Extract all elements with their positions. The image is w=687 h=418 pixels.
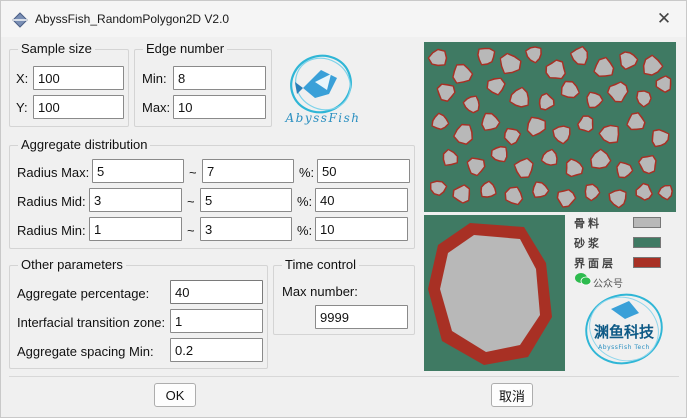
- legend-interface-row: 界面层: [571, 255, 676, 271]
- edge-max-input[interactable]: [173, 95, 266, 119]
- pct-max-label: %:: [299, 165, 315, 180]
- radius-max-label: Radius Max:: [17, 165, 90, 180]
- tilde-min: ~: [187, 223, 195, 238]
- sample-size-legend: Sample size: [18, 41, 95, 56]
- pct-min-label: %:: [297, 223, 313, 238]
- legend-mortar-label: 砂浆: [574, 237, 602, 250]
- cancel-button[interactable]: 取消: [491, 383, 533, 407]
- legend-mortar-row: 砂浆: [571, 235, 676, 251]
- tilde-max: ~: [189, 165, 197, 180]
- edge-number-legend: Edge number: [143, 41, 228, 56]
- radius-max-to-input[interactable]: [202, 159, 294, 183]
- max-number-input[interactable]: [315, 305, 408, 329]
- time-control-legend: Time control: [282, 257, 360, 272]
- max-number-label: Max number:: [282, 284, 358, 299]
- brand-logo-subtext: AbyssFish Tech: [598, 344, 650, 351]
- radius-min-label: Radius Min:: [17, 223, 86, 238]
- legend-aggregate-label: 骨料: [574, 217, 602, 230]
- wechat-icon: [575, 273, 592, 286]
- button-separator: [9, 376, 679, 377]
- radius-mid-label: Radius Mid:: [17, 194, 86, 209]
- radius-mid-from-input[interactable]: [89, 188, 182, 212]
- radius-mid-pct-input[interactable]: [315, 188, 408, 212]
- x-label: X:: [16, 71, 29, 86]
- radius-min-to-input[interactable]: [200, 217, 292, 241]
- title-bar: AbyssFish_RandomPolygon2D V2.0 ✕: [1, 1, 686, 37]
- legend-aggregate-swatch: [633, 217, 661, 228]
- radius-min-pct-input[interactable]: [315, 217, 408, 241]
- radius-mid-to-input[interactable]: [200, 188, 292, 212]
- sample-x-input[interactable]: [33, 66, 124, 90]
- abyssfish-logo-text: AbyssFish: [285, 111, 361, 125]
- edge-min-input[interactable]: [173, 66, 266, 90]
- radius-max-from-input[interactable]: [92, 159, 184, 183]
- max-edge-label: Max:: [142, 100, 171, 115]
- itz-input[interactable]: [170, 309, 263, 333]
- sample-y-input[interactable]: [33, 95, 124, 119]
- wechat-label: 公众号: [593, 279, 623, 290]
- abyssfish-logo: AbyssFish: [285, 54, 361, 125]
- aggregate-preview-image: [424, 42, 676, 212]
- single-aggregate-preview: [424, 215, 565, 371]
- other-parameters-legend: Other parameters: [18, 257, 126, 272]
- aggregate-percentage-label: Aggregate percentage:: [17, 286, 150, 301]
- legend-mortar-swatch: [633, 237, 661, 248]
- ok-button[interactable]: OK: [154, 383, 196, 407]
- y-label: Y:: [16, 100, 28, 115]
- dialog-window: AbyssFish_RandomPolygon2D V2.0 ✕ Sample …: [0, 0, 687, 418]
- window-title: AbyssFish_RandomPolygon2D V2.0: [35, 12, 230, 26]
- close-icon[interactable]: ✕: [654, 9, 674, 29]
- brand-logo-text: 渊鱼科技: [594, 323, 655, 341]
- legend-aggregate-row: 骨料: [571, 215, 676, 231]
- legend-interface-swatch: [633, 257, 661, 268]
- spacing-input[interactable]: [170, 338, 263, 362]
- brand-logo: 渊鱼科技 AbyssFish Tech: [585, 293, 663, 365]
- spacing-label: Aggregate spacing Min:: [17, 344, 154, 359]
- min-edge-label: Min:: [142, 71, 167, 86]
- itz-label: Interfacial transition zone:: [17, 315, 166, 330]
- radius-min-from-input[interactable]: [89, 217, 182, 241]
- app-icon: [12, 12, 28, 28]
- aggregate-percentage-input[interactable]: [170, 280, 263, 304]
- pct-mid-label: %:: [297, 194, 313, 209]
- aggregate-distribution-legend: Aggregate distribution: [18, 137, 151, 152]
- tilde-mid: ~: [187, 194, 195, 209]
- radius-max-pct-input[interactable]: [317, 159, 410, 183]
- legend-interface-label: 界面层: [574, 257, 616, 270]
- legend-panel: 骨料 砂浆 界面层 公众号 渊鱼科技 AbyssFish Tech: [571, 213, 676, 373]
